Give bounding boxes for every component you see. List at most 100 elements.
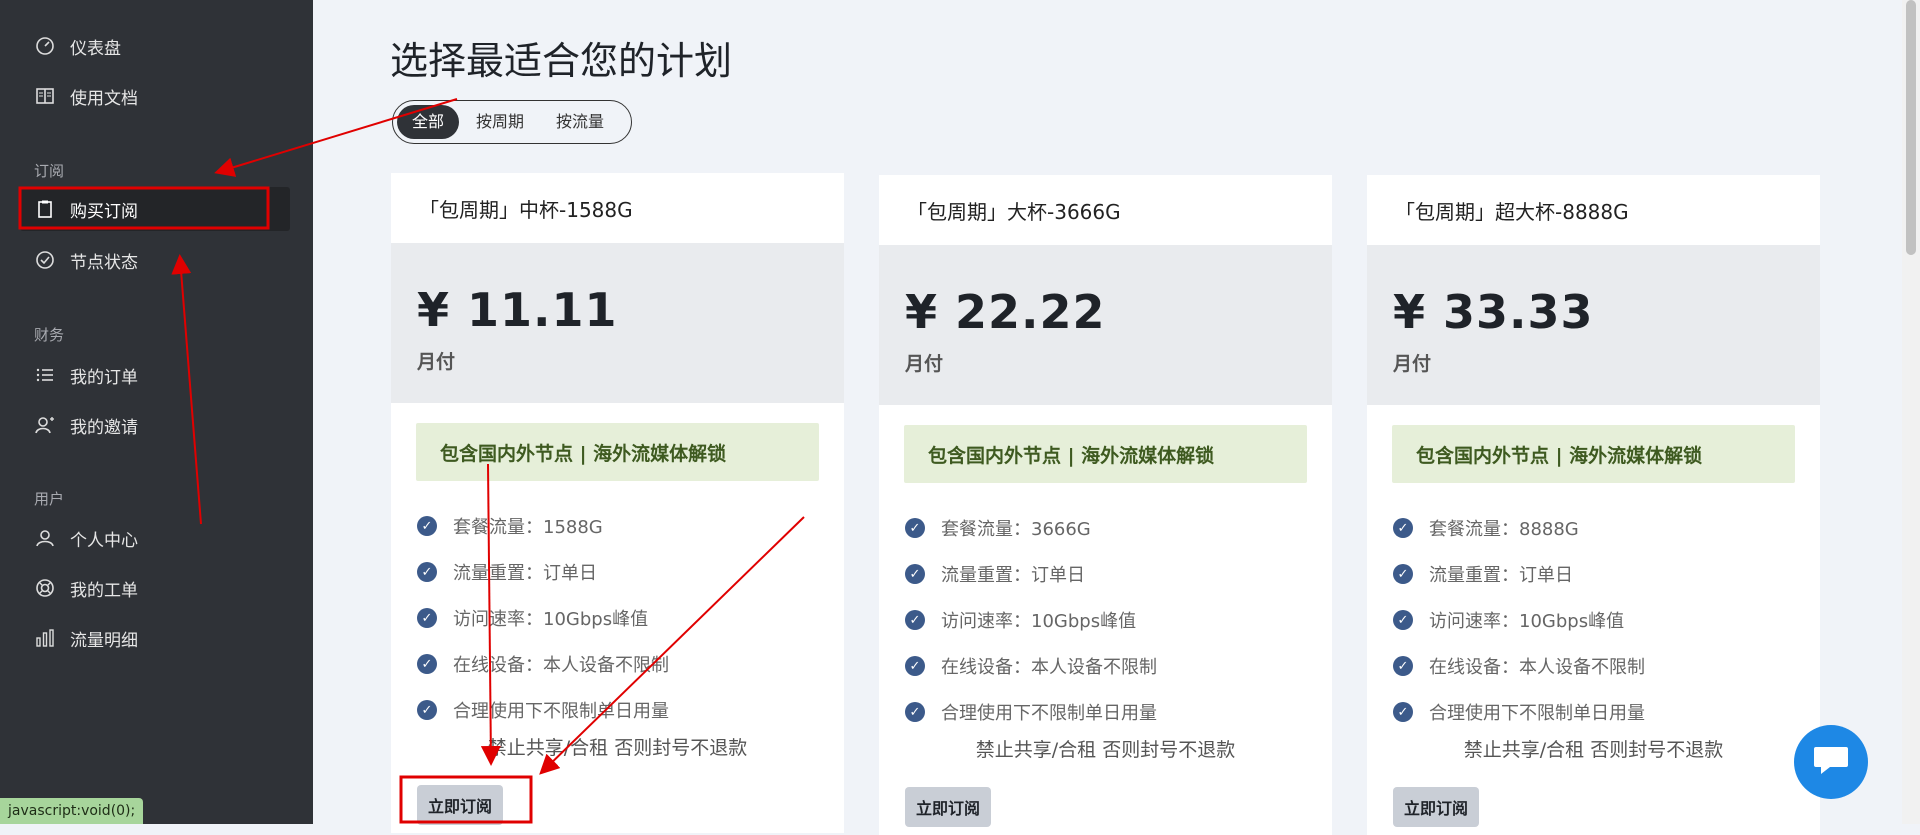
page-scrollbar[interactable] — [1902, 0, 1920, 824]
plan-price: ¥ 33.33 — [1393, 285, 1594, 339]
price-block: ¥ 22.22 月付 — [879, 245, 1332, 405]
sidebar-item-label: 流量明细 — [70, 630, 138, 651]
filter-all[interactable]: 全部 — [397, 105, 460, 139]
check-icon: ✓ — [417, 654, 437, 674]
feature-item: ✓ 访问速率：10Gbps峰值 — [416, 595, 819, 641]
sidebar-item-docs[interactable]: 使用文档 — [20, 74, 290, 118]
plan-filter-group: 全部 按周期 按流量 — [392, 100, 632, 144]
check-icon: ✓ — [1393, 518, 1413, 538]
feature-text: 合理使用下不限制单日用量 — [941, 703, 1157, 724]
sidebar: 仪表盘 使用文档 订阅 购买订阅 节点状态 财务 我的订单 我的邀请 用户 个人… — [0, 0, 313, 824]
plan-period: 月付 — [905, 353, 944, 375]
check-icon: ✓ — [905, 610, 925, 630]
feature-text: 合理使用下不限制单日用量 — [453, 701, 669, 722]
feature-list: ✓ 套餐流量：1588G ✓ 流量重置：订单日 ✓ 访问速率：10Gbps峰值 ✓ 在线… — [416, 503, 819, 733]
plan-note: 禁止共享/合租 否则封号不退款 — [487, 737, 748, 759]
plan-price: ¥ 22.22 — [905, 285, 1106, 339]
book-icon — [34, 85, 56, 107]
check-icon: ✓ — [905, 656, 925, 676]
check-icon: ✓ — [905, 564, 925, 584]
feature-item: ✓ 流量重置：订单日 — [904, 551, 1307, 597]
feature-text: 套餐流量：1588G — [453, 517, 603, 538]
sidebar-item-dashboard[interactable]: 仪表盘 — [20, 24, 290, 68]
feature-text: 流量重置：订单日 — [941, 565, 1085, 586]
feature-item: ✓ 套餐流量：1588G — [416, 503, 819, 549]
check-icon: ✓ — [905, 702, 925, 722]
feature-text: 在线设备：本人设备不限制 — [1429, 657, 1645, 678]
feature-item: ✓ 合理使用下不限制单日用量 — [416, 687, 819, 733]
plan-card: 「包周期」超大杯-8888G ¥ 33.33 月付 包含国内外节点 | 海外流媒… — [1367, 175, 1820, 835]
feature-text: 合理使用下不限制单日用量 — [1429, 703, 1645, 724]
sidebar-item-node-status[interactable]: 节点状态 — [20, 238, 290, 282]
filter-by-traffic[interactable]: 按流量 — [541, 105, 619, 139]
subscribe-button[interactable]: 立即订阅 — [1393, 787, 1480, 827]
check-circle-icon — [34, 249, 56, 271]
feature-item: ✓ 合理使用下不限制单日用量 — [1392, 689, 1795, 735]
sidebar-item-invites[interactable]: 我的邀请 — [20, 403, 290, 447]
status-bar-link-preview: javascript:void(0); — [0, 798, 144, 824]
feature-item: ✓ 访问速率：10Gbps峰值 — [1392, 597, 1795, 643]
feature-text: 流量重置：订单日 — [453, 563, 597, 584]
plan-name: 「包周期」超大杯-8888G — [1395, 199, 1629, 224]
group-label-finance: 财务 — [34, 326, 65, 344]
check-icon: ✓ — [417, 700, 437, 720]
subscribe-button[interactable]: 立即订阅 — [417, 785, 504, 825]
price-block: ¥ 33.33 月付 — [1367, 245, 1820, 405]
sidebar-item-label: 我的工单 — [70, 580, 138, 601]
check-icon: ✓ — [905, 518, 925, 538]
plan-period: 月付 — [417, 351, 456, 373]
subscribe-button[interactable]: 立即订阅 — [905, 787, 992, 827]
feature-text: 套餐流量：8888G — [1429, 519, 1579, 540]
dashboard-icon — [34, 35, 56, 57]
list-icon — [34, 364, 56, 386]
user-icon — [34, 527, 56, 549]
feature-banner: 包含国内外节点 | 海外流媒体解锁 — [416, 423, 819, 481]
sidebar-item-buy-subscription[interactable]: 购买订阅 — [20, 187, 290, 231]
plan-card: 「包周期」中杯-1588G ¥ 11.11 月付 包含国内外节点 | 海外流媒体… — [391, 173, 844, 833]
feature-text: 套餐流量：3666G — [941, 519, 1091, 540]
feature-item: ✓ 套餐流量：3666G — [904, 505, 1307, 551]
check-icon: ✓ — [417, 562, 437, 582]
lifebuoy-icon — [34, 577, 56, 599]
sidebar-item-traffic[interactable]: 流量明细 — [20, 616, 290, 660]
sidebar-item-orders[interactable]: 我的订单 — [20, 353, 290, 397]
feature-text: 访问速率：10Gbps峰值 — [941, 611, 1137, 632]
feature-item: ✓ 在线设备：本人设备不限制 — [416, 641, 819, 687]
check-icon: ✓ — [1393, 610, 1413, 630]
feature-text: 访问速率：10Gbps峰值 — [1429, 611, 1625, 632]
sidebar-item-label: 节点状态 — [70, 252, 138, 273]
chat-support-button[interactable] — [1794, 725, 1868, 799]
feature-text: 在线设备：本人设备不限制 — [941, 657, 1157, 678]
group-label-user: 用户 — [34, 490, 65, 508]
feature-list: ✓ 套餐流量：8888G ✓ 流量重置：订单日 ✓ 访问速率：10Gbps峰值 ✓ 在线… — [1392, 505, 1795, 735]
check-icon: ✓ — [417, 608, 437, 628]
sidebar-item-label: 个人中心 — [70, 530, 138, 551]
feature-list: ✓ 套餐流量：3666G ✓ 流量重置：订单日 ✓ 访问速率：10Gbps峰值 ✓ 在线… — [904, 505, 1307, 735]
plan-note: 禁止共享/合租 否则封号不退款 — [975, 739, 1236, 761]
sidebar-item-label: 购买订阅 — [70, 201, 138, 222]
sidebar-item-label: 我的订单 — [70, 367, 138, 388]
feature-item: ✓ 合理使用下不限制单日用量 — [904, 689, 1307, 735]
sidebar-item-profile[interactable]: 个人中心 — [20, 516, 290, 560]
feature-item: ✓ 在线设备：本人设备不限制 — [904, 643, 1307, 689]
price-block: ¥ 11.11 月付 — [391, 243, 844, 403]
check-icon: ✓ — [1393, 702, 1413, 722]
check-icon: ✓ — [1393, 564, 1413, 584]
scroll-thumb[interactable] — [1906, 0, 1916, 255]
sidebar-item-tickets[interactable]: 我的工单 — [20, 566, 290, 610]
feature-item: ✓ 在线设备：本人设备不限制 — [1392, 643, 1795, 689]
page-title: 选择最适合您的计划 — [390, 39, 733, 83]
plan-name: 「包周期」大杯-3666G — [907, 199, 1121, 224]
feature-text: 访问速率：10Gbps峰值 — [453, 609, 649, 630]
filter-by-period[interactable]: 按周期 — [461, 105, 539, 139]
clipboard-icon — [34, 198, 56, 220]
sidebar-item-label: 我的邀请 — [70, 417, 138, 438]
feature-item: ✓ 流量重置：订单日 — [1392, 551, 1795, 597]
sidebar-item-label: 使用文档 — [70, 88, 138, 109]
sidebar-item-label: 仪表盘 — [70, 38, 121, 59]
feature-item: ✓ 套餐流量：8888G — [1392, 505, 1795, 551]
chat-bubble-icon — [1812, 743, 1850, 781]
check-icon: ✓ — [1393, 656, 1413, 676]
plan-period: 月付 — [1393, 353, 1432, 375]
user-invite-icon — [34, 414, 56, 436]
